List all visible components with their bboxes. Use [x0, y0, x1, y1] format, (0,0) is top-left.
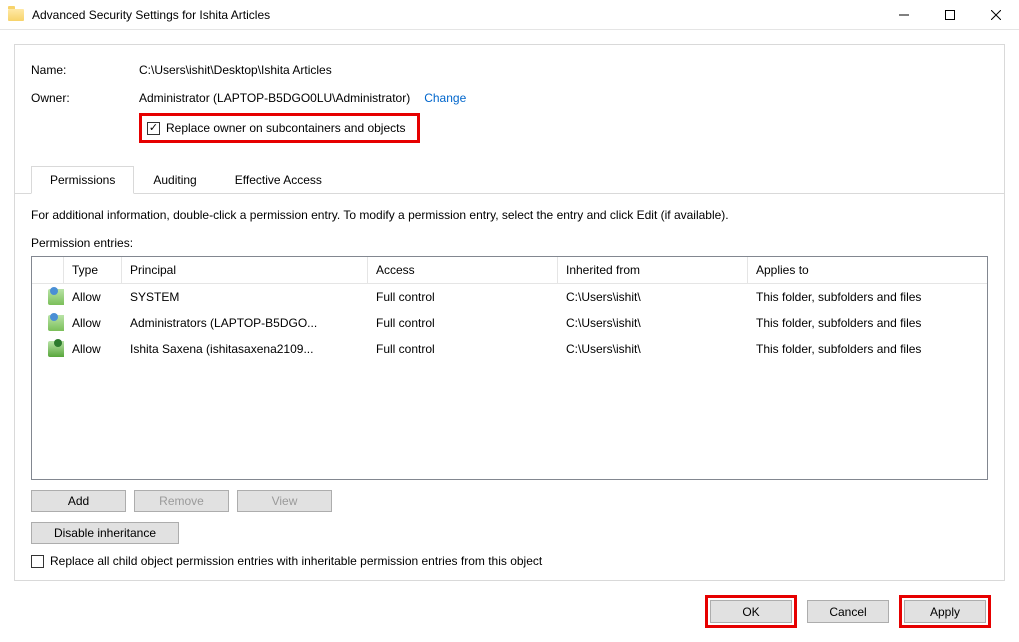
owner-value: Administrator (LAPTOP-B5DGO0LU\Administr…	[139, 91, 410, 105]
minimize-button[interactable]	[881, 0, 927, 30]
add-button[interactable]: Add	[31, 490, 126, 512]
table-row[interactable]: AllowIshita Saxena (ishitasaxena2109...F…	[32, 336, 987, 362]
cell-applies: This folder, subfolders and files	[748, 340, 987, 358]
cell-type: Allow	[64, 340, 122, 358]
header-access[interactable]: Access	[368, 257, 558, 283]
name-value: C:\Users\ishit\Desktop\Ishita Articles	[139, 63, 332, 77]
principal-icon	[48, 315, 64, 331]
cell-access: Full control	[368, 314, 558, 332]
ok-button[interactable]: OK	[710, 600, 792, 623]
ok-highlight: OK	[705, 595, 797, 628]
apply-button[interactable]: Apply	[904, 600, 986, 623]
header-applies[interactable]: Applies to	[748, 257, 987, 283]
principal-icon	[48, 289, 64, 305]
header-type[interactable]: Type	[64, 257, 122, 283]
cell-applies: This folder, subfolders and files	[748, 288, 987, 306]
cell-applies: This folder, subfolders and files	[748, 314, 987, 332]
permission-table: Type Principal Access Inherited from App…	[31, 256, 988, 480]
header-principal[interactable]: Principal	[122, 257, 368, 283]
cell-principal: Ishita Saxena (ishitasaxena2109...	[122, 340, 368, 358]
tab-effective-access[interactable]: Effective Access	[216, 166, 341, 194]
header-inherited[interactable]: Inherited from	[558, 257, 748, 283]
replace-child-checkbox[interactable]	[31, 555, 44, 568]
window-controls	[881, 0, 1019, 30]
cell-inherited: C:\Users\ishit\	[558, 314, 748, 332]
button-row-1: Add Remove View	[31, 490, 988, 512]
cell-principal: Administrators (LAPTOP-B5DGO...	[122, 314, 368, 332]
disable-inheritance-button[interactable]: Disable inheritance	[31, 522, 179, 544]
table-row[interactable]: AllowSYSTEMFull controlC:\Users\ishit\Th…	[32, 284, 987, 310]
replace-owner-label: Replace owner on subcontainers and objec…	[166, 121, 405, 135]
name-label: Name:	[31, 63, 139, 77]
tab-permissions[interactable]: Permissions	[31, 166, 134, 194]
change-owner-link[interactable]: Change	[424, 91, 466, 105]
maximize-button[interactable]	[927, 0, 973, 30]
cell-type: Allow	[64, 288, 122, 306]
name-row: Name: C:\Users\ishit\Desktop\Ishita Arti…	[31, 63, 988, 77]
cell-access: Full control	[368, 340, 558, 358]
replace-owner-box: Replace owner on subcontainers and objec…	[139, 113, 420, 143]
folder-icon	[8, 9, 24, 21]
window-title: Advanced Security Settings for Ishita Ar…	[32, 8, 881, 22]
owner-row: Owner: Administrator (LAPTOP-B5DGO0LU\Ad…	[31, 91, 988, 105]
replace-child-label: Replace all child object permission entr…	[50, 554, 542, 568]
replace-child-row: Replace all child object permission entr…	[31, 554, 988, 568]
table-row[interactable]: AllowAdministrators (LAPTOP-B5DGO...Full…	[32, 310, 987, 336]
content-area: Name: C:\Users\ishit\Desktop\Ishita Arti…	[0, 30, 1019, 642]
table-rows: AllowSYSTEMFull controlC:\Users\ishit\Th…	[32, 284, 987, 362]
security-settings-window: Advanced Security Settings for Ishita Ar…	[0, 0, 1019, 642]
cell-access: Full control	[368, 288, 558, 306]
header-icon[interactable]	[32, 257, 64, 283]
close-button[interactable]	[973, 0, 1019, 30]
button-row-2: Disable inheritance	[31, 522, 988, 544]
table-header: Type Principal Access Inherited from App…	[32, 257, 987, 284]
cell-inherited: C:\Users\ishit\	[558, 288, 748, 306]
tab-body: For additional information, double-click…	[15, 194, 1004, 580]
replace-owner-checkbox[interactable]	[147, 122, 160, 135]
cell-inherited: C:\Users\ishit\	[558, 340, 748, 358]
tabs-row: Permissions Auditing Effective Access	[15, 165, 1004, 194]
remove-button[interactable]: Remove	[134, 490, 229, 512]
titlebar: Advanced Security Settings for Ishita Ar…	[0, 0, 1019, 30]
tab-auditing[interactable]: Auditing	[134, 166, 215, 194]
entries-label: Permission entries:	[31, 236, 988, 250]
principal-icon	[48, 341, 64, 357]
info-text: For additional information, double-click…	[31, 208, 988, 222]
apply-highlight: Apply	[899, 595, 991, 628]
info-area: Name: C:\Users\ishit\Desktop\Ishita Arti…	[15, 45, 1004, 153]
main-panel: Name: C:\Users\ishit\Desktop\Ishita Arti…	[14, 44, 1005, 581]
cancel-button[interactable]: Cancel	[807, 600, 889, 623]
view-button[interactable]: View	[237, 490, 332, 512]
footer: OK Cancel Apply	[14, 581, 1005, 642]
cell-principal: SYSTEM	[122, 288, 368, 306]
cell-type: Allow	[64, 314, 122, 332]
owner-label: Owner:	[31, 91, 139, 105]
